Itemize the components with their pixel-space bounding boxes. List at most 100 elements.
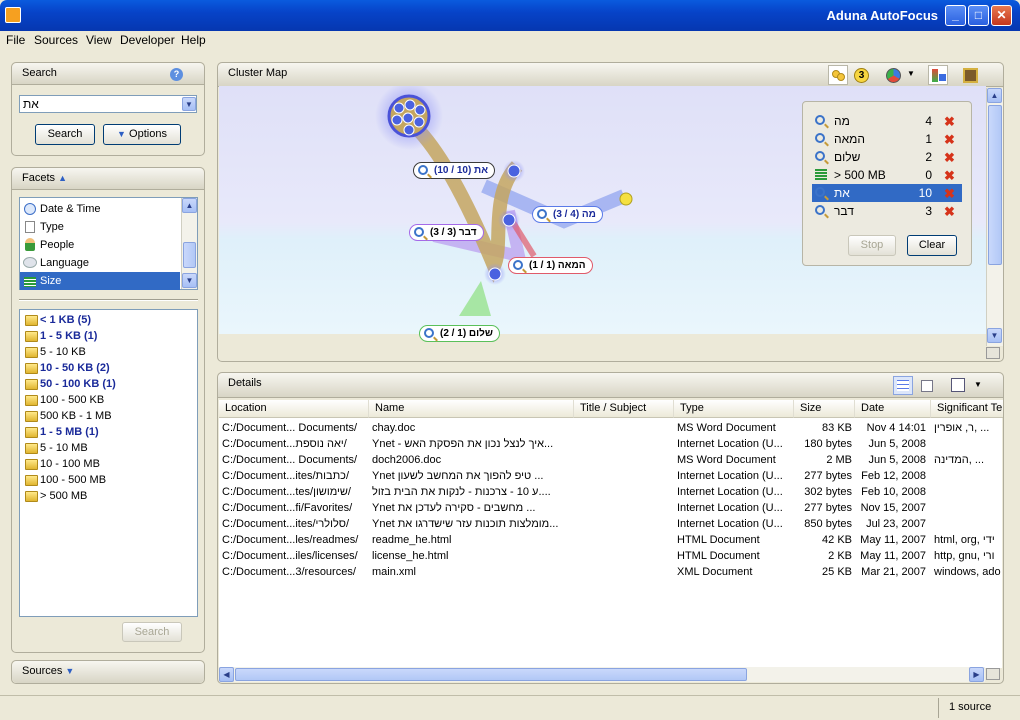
column-header[interactable]: Name	[369, 400, 574, 418]
table-row[interactable]: C:/Document...ites/כתבות/Ynet טיפ להפוך …	[219, 468, 1002, 484]
cluster-node[interactable]	[502, 213, 516, 227]
facet-value-item[interactable]: 100 - 500 MB	[20, 472, 197, 488]
facet-item-people[interactable]: People	[20, 236, 180, 254]
map-label-ma[interactable]: מה (4 / 3)	[532, 206, 603, 223]
query-item[interactable]: דבר 3 ✖	[812, 202, 962, 220]
chevron-down-icon[interactable]: ▼	[182, 97, 196, 111]
column-header[interactable]: Significant Te	[931, 400, 1003, 418]
menu-sources[interactable]: Sources	[34, 33, 78, 47]
facet-item-date[interactable]: Date & Time	[20, 200, 180, 218]
horizontal-scrollbar[interactable]: ◀ ▶	[219, 667, 985, 682]
clear-button[interactable]: Clear	[907, 235, 957, 256]
cluster-node[interactable]	[488, 267, 502, 281]
color-scheme-icon[interactable]	[886, 68, 901, 83]
double-chevron-down-icon[interactable]: ▼	[65, 666, 74, 676]
cluster-view-toggle[interactable]	[828, 65, 848, 85]
resize-corner[interactable]	[986, 347, 1000, 359]
scroll-thumb[interactable]	[183, 242, 196, 268]
cluster-node[interactable]	[507, 164, 521, 178]
help-icon[interactable]: ?	[170, 68, 183, 81]
search-button[interactable]: Search	[35, 124, 95, 145]
query-item[interactable]: > 500 MB 0 ✖	[812, 166, 962, 184]
facet-value-item[interactable]: 1 - 5 MB (1)	[20, 424, 197, 440]
facet-scrollbar[interactable]: ▲ ▼	[181, 198, 197, 289]
map-label-davar[interactable]: דבר (3 / 3)	[409, 224, 484, 241]
sources-panel[interactable]: Sources ▼	[11, 660, 205, 684]
menu-file[interactable]: File	[6, 33, 25, 47]
remove-icon[interactable]: ✖	[944, 203, 955, 221]
maximize-button[interactable]: □	[968, 5, 989, 26]
remove-icon[interactable]: ✖	[944, 149, 955, 167]
facet-item-size[interactable]: Size	[20, 272, 180, 290]
scroll-thumb[interactable]	[988, 105, 1002, 265]
search-combo[interactable]: את ▼	[19, 95, 197, 113]
table-row[interactable]: C:/Document...יאה נוספת/Ynet - איך לנצל …	[219, 436, 1002, 452]
table-row[interactable]: C:/Document... Documents/doch2006.doc MS …	[219, 452, 1002, 468]
facet-item-type[interactable]: Type	[20, 218, 180, 236]
scroll-up-arrow[interactable]: ▲	[182, 198, 197, 213]
menu-help[interactable]: Help	[181, 33, 206, 47]
preview-view-toggle[interactable]	[917, 376, 937, 395]
minimize-button[interactable]: _	[945, 5, 966, 26]
facet-value-item[interactable]: 5 - 10 KB	[20, 344, 197, 360]
chevron-down-icon[interactable]: ▼	[974, 380, 982, 389]
facet-search-button[interactable]: Search	[122, 622, 182, 642]
map-scrollbar[interactable]: ▲ ▼	[986, 88, 1003, 346]
scroll-up-arrow[interactable]: ▲	[987, 88, 1002, 103]
column-header[interactable]: Date	[855, 400, 931, 418]
query-item[interactable]: את 10 ✖	[812, 184, 962, 202]
options-button[interactable]: ▼ Options	[103, 124, 181, 145]
scroll-down-arrow[interactable]: ▼	[987, 328, 1002, 343]
table-row[interactable]: C:/Document...les/readmes/readme_he.html…	[219, 532, 1002, 548]
facet-value-item[interactable]: 10 - 100 MB	[20, 456, 197, 472]
close-button[interactable]: ✕	[991, 5, 1012, 26]
legend-toggle[interactable]	[928, 65, 948, 85]
remove-icon[interactable]: ✖	[944, 185, 955, 203]
query-item[interactable]: המאה 1 ✖	[812, 130, 962, 148]
facet-item-language[interactable]: Language	[20, 254, 180, 272]
chevron-down-icon[interactable]: ▼	[907, 69, 915, 78]
table-view-toggle[interactable]	[893, 376, 913, 395]
table-row[interactable]: C:/Document...ites/סלולרי/Ynet מומלצות ת…	[219, 516, 1002, 532]
remove-icon[interactable]: ✖	[944, 113, 955, 131]
scroll-thumb[interactable]	[235, 668, 747, 681]
table-row[interactable]: C:/Document... Documents/chay.doc MS Word…	[219, 420, 1002, 436]
remove-icon[interactable]: ✖	[944, 131, 955, 149]
column-header[interactable]: Size	[794, 400, 855, 418]
facet-value-item[interactable]: 5 - 10 MB	[20, 440, 197, 456]
scroll-down-arrow[interactable]: ▼	[182, 273, 197, 288]
facet-value-item[interactable]: 500 KB - 1 MB	[20, 408, 197, 424]
table-row[interactable]: C:/Document...iles/licenses/license_he.h…	[219, 548, 1002, 564]
cluster-node-yellow[interactable]	[619, 192, 633, 206]
facet-value-item[interactable]: > 500 MB	[20, 488, 197, 504]
stop-button[interactable]: Stop	[848, 235, 896, 256]
menu-view[interactable]: View	[86, 33, 112, 47]
count-badge-icon[interactable]: 3	[854, 68, 869, 83]
map-label-hamea[interactable]: המאה (1 / 1)	[508, 257, 593, 274]
map-label-shalom[interactable]: שלום (1 / 2)	[419, 325, 500, 342]
column-header[interactable]: Title / Subject	[574, 400, 674, 418]
column-header[interactable]: Type	[674, 400, 794, 418]
remove-icon[interactable]: ✖	[944, 167, 955, 185]
splitter[interactable]	[19, 299, 198, 301]
query-item[interactable]: שלום 2 ✖	[812, 148, 962, 166]
export-image-icon[interactable]	[963, 68, 978, 83]
facet-value-item[interactable]: 10 - 50 KB (2)	[20, 360, 197, 376]
facet-value-item[interactable]: 100 - 500 KB	[20, 392, 197, 408]
facet-value-item[interactable]: 50 - 100 KB (1)	[20, 376, 197, 392]
search-input[interactable]: את	[23, 97, 39, 111]
table-row[interactable]: C:/Document...tes/שימושון/ע 10 - צרכנות …	[219, 484, 1002, 500]
query-item[interactable]: מה 4 ✖	[812, 112, 962, 130]
double-chevron-up-icon[interactable]: ▲	[58, 173, 67, 183]
column-header[interactable]: Location	[219, 400, 369, 418]
menu-developer[interactable]: Developer	[120, 33, 175, 47]
scroll-left-arrow[interactable]: ◀	[219, 667, 234, 682]
facet-value-item[interactable]: 1 - 5 KB (1)	[20, 328, 197, 344]
map-label-et[interactable]: את (10 / 10)	[413, 162, 496, 179]
columns-icon[interactable]	[951, 378, 965, 392]
scroll-right-arrow[interactable]: ▶	[969, 667, 984, 682]
table-row[interactable]: C:/Document...3/resources/main.xml XML Do…	[219, 564, 1002, 580]
resize-corner[interactable]	[986, 668, 1000, 680]
table-row[interactable]: C:/Document...fi/Favorites/Ynet מחשבים -…	[219, 500, 1002, 516]
facet-value-item[interactable]: < 1 KB (5)	[20, 312, 197, 328]
